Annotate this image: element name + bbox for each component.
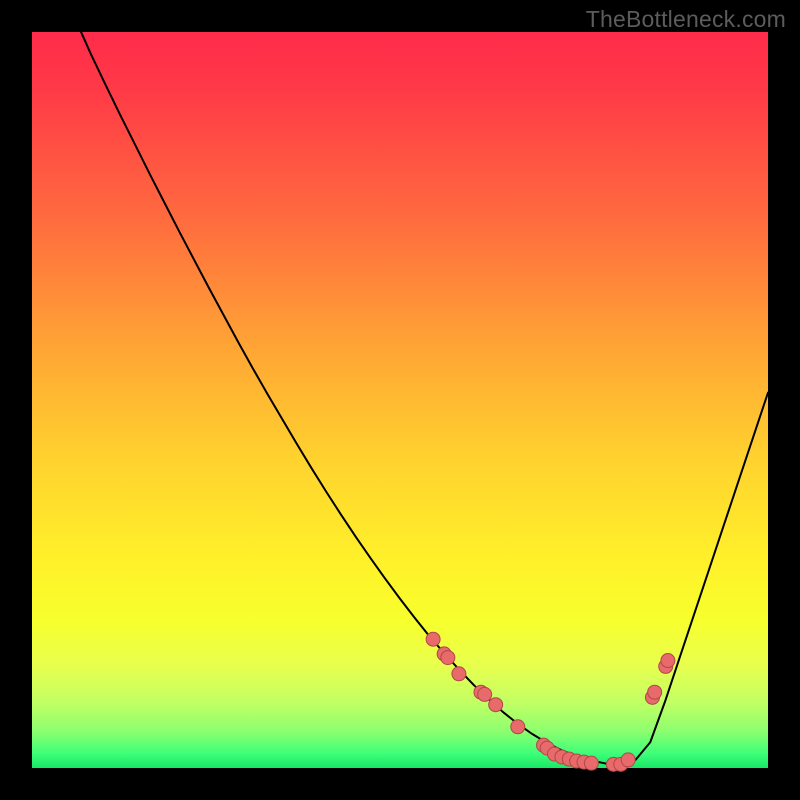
plot-overlay [32, 32, 768, 768]
watermark-text: TheBottleneck.com [586, 6, 786, 33]
marker-point [478, 687, 492, 701]
marker-point [511, 720, 525, 734]
chart-frame: TheBottleneck.com [0, 0, 800, 800]
marker-point [426, 632, 440, 646]
marker-point [621, 753, 635, 767]
marker-point [441, 651, 455, 665]
bottleneck-curve [32, 0, 768, 764]
marker-point [452, 667, 466, 681]
marker-point [648, 685, 662, 699]
curve-path [32, 0, 768, 764]
marker-point [489, 698, 503, 712]
marker-point [584, 756, 598, 770]
marker-point [661, 654, 675, 668]
data-markers [426, 632, 675, 771]
